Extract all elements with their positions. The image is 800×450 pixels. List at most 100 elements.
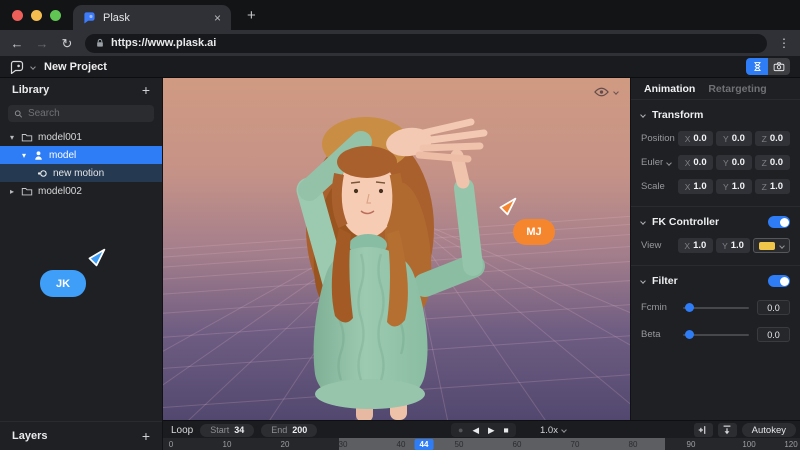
tab-retargeting[interactable]: Retargeting [708,83,766,95]
tree-item-model002[interactable]: ▸ model002 [0,182,162,200]
euler-x-field[interactable]: X 0.0 [678,155,714,170]
playback-speed-control[interactable]: 1.0x [540,421,567,439]
euler-y-field[interactable]: Y 0.0 [716,155,752,170]
transform-section: Transform Position X 0.0 Y 0.0 Z 0.0 Euler … [631,100,800,207]
chevron-down-icon [779,242,786,249]
slider-handle[interactable] [684,330,694,339]
close-tab-icon[interactable]: × [214,12,221,24]
plask-logo-icon[interactable] [10,60,24,74]
stop-button[interactable]: ■ [504,426,509,435]
scale-x-field[interactable]: X 1.0 [678,179,714,194]
position-z-field[interactable]: Z 0.0 [754,131,790,146]
caret-right-icon[interactable]: ▸ [8,187,16,196]
tab-animation[interactable]: Animation [644,83,695,95]
fk-view-y-field[interactable]: Y 1.0 [715,238,751,253]
snap-keyframe-button[interactable] [717,423,737,437]
insert-keyframe-button[interactable] [693,423,713,437]
inspector-panel: Animation Retargeting Transform Position… [630,78,800,420]
browser-menu-icon[interactable]: ⋮ [778,36,790,50]
add-layer-button[interactable]: + [142,429,150,443]
project-title: New Project [44,60,107,73]
ruler-tick-label: 0 [168,439,174,449]
scale-label: Scale [641,181,665,192]
back-icon[interactable]: ← [10,37,24,50]
cursor-label: MJ [513,219,555,245]
library-tree: ▾ model001 ▾ model new motion ▸ model002 [0,128,162,200]
address-bar[interactable]: https://www.plask.ai [85,33,767,53]
euler-z-field[interactable]: Z 0.0 [754,155,790,170]
beta-value[interactable]: 0.0 [757,327,790,342]
loop-label: Loop [171,424,194,436]
reload-icon[interactable]: ↻ [60,37,74,50]
fk-controller-section: FK Controller View X 1.0 Y 1.0 [631,207,800,266]
loop-range-region [339,438,665,450]
close-window-button[interactable] [12,9,23,21]
new-tab-button[interactable]: + [247,7,256,24]
fk-controller-header[interactable]: FK Controller [640,215,790,229]
filter-toggle[interactable] [768,275,790,287]
cursor-arrow-icon [499,197,517,216]
ruler-tick-label: 120 [784,439,798,449]
beta-slider[interactable] [683,330,749,339]
library-header: Library + [0,78,162,101]
viewport-3d[interactable] [163,78,630,420]
filter-header[interactable]: Filter [640,274,790,288]
loop-end-field[interactable]: End 200 [261,423,318,437]
minimize-window-button[interactable] [31,9,42,21]
view-options-control[interactable] [594,87,619,97]
browser-tab-plask[interactable]: Plask × [73,5,231,30]
add-library-item-button[interactable]: + [142,83,150,97]
play-button[interactable]: ▶ [488,426,495,435]
character-3d-model[interactable] [163,78,630,420]
section-title: Filter [652,275,678,287]
transform-header[interactable]: Transform [640,108,790,122]
tree-item-new-motion[interactable]: new motion [0,164,162,182]
camera-capture-button[interactable] [768,58,790,75]
zoom-window-button[interactable] [50,9,61,21]
transport-controls: ● ◀ ▶ ■ [451,423,516,437]
search-input[interactable] [27,108,148,119]
person-icon [35,150,42,160]
beta-label: Beta [641,329,661,340]
ruler-tick-label: 70 [570,439,580,449]
fk-view-x-field[interactable]: X 1.0 [678,238,713,253]
ruler-tick-label: 20 [280,439,290,449]
chevron-down-icon [640,219,646,225]
position-y-field[interactable]: Y 0.0 [716,131,752,146]
fcmin-slider[interactable] [683,303,749,312]
cursor-label: JK [40,270,86,297]
tree-item-label: new motion [53,167,105,179]
project-menu-chevron-icon[interactable] [30,63,36,70]
position-x-field[interactable]: X 0.0 [678,131,714,146]
slider-handle[interactable] [684,303,694,312]
autokey-button[interactable]: Autokey [741,423,796,437]
search-box[interactable] [8,105,154,122]
caret-down-icon[interactable]: ▾ [8,133,16,142]
fk-controller-toggle[interactable] [768,216,790,228]
eye-icon [594,87,609,97]
motion-capture-button[interactable] [746,58,768,75]
frame-ruler[interactable]: 0 10 20 30 40 50 60 70 80 90 100 120 44 [163,438,800,450]
loop-start-field[interactable]: Start 34 [200,423,255,437]
fk-color-picker[interactable] [753,238,791,253]
forward-icon[interactable]: → [35,37,49,50]
tree-item-model001[interactable]: ▾ model001 [0,128,162,146]
ruler-tick-label: 50 [454,439,464,449]
tree-item-model[interactable]: ▾ model [0,146,162,164]
caret-down-icon[interactable]: ▾ [20,151,28,160]
euler-label[interactable]: Euler [641,157,678,168]
fcmin-label: Fcmin [641,302,667,313]
step-back-button[interactable]: ◀ [472,426,479,435]
url-text: https://www.plask.ai [111,37,217,49]
collaborator-cursor-jk: JK [40,247,107,297]
record-button[interactable]: ● [458,425,463,435]
speed-value: 1.0x [540,424,558,436]
fcmin-value[interactable]: 0.0 [757,300,790,315]
scale-y-field[interactable]: Y 1.0 [716,179,752,194]
current-frame-indicator[interactable]: 44 [414,438,434,450]
ruler-tick-label: 80 [628,439,638,449]
scale-z-field[interactable]: Z 1.0 [754,179,790,194]
folder-icon [21,187,33,195]
position-label: Position [641,133,675,144]
search-icon [14,109,23,118]
